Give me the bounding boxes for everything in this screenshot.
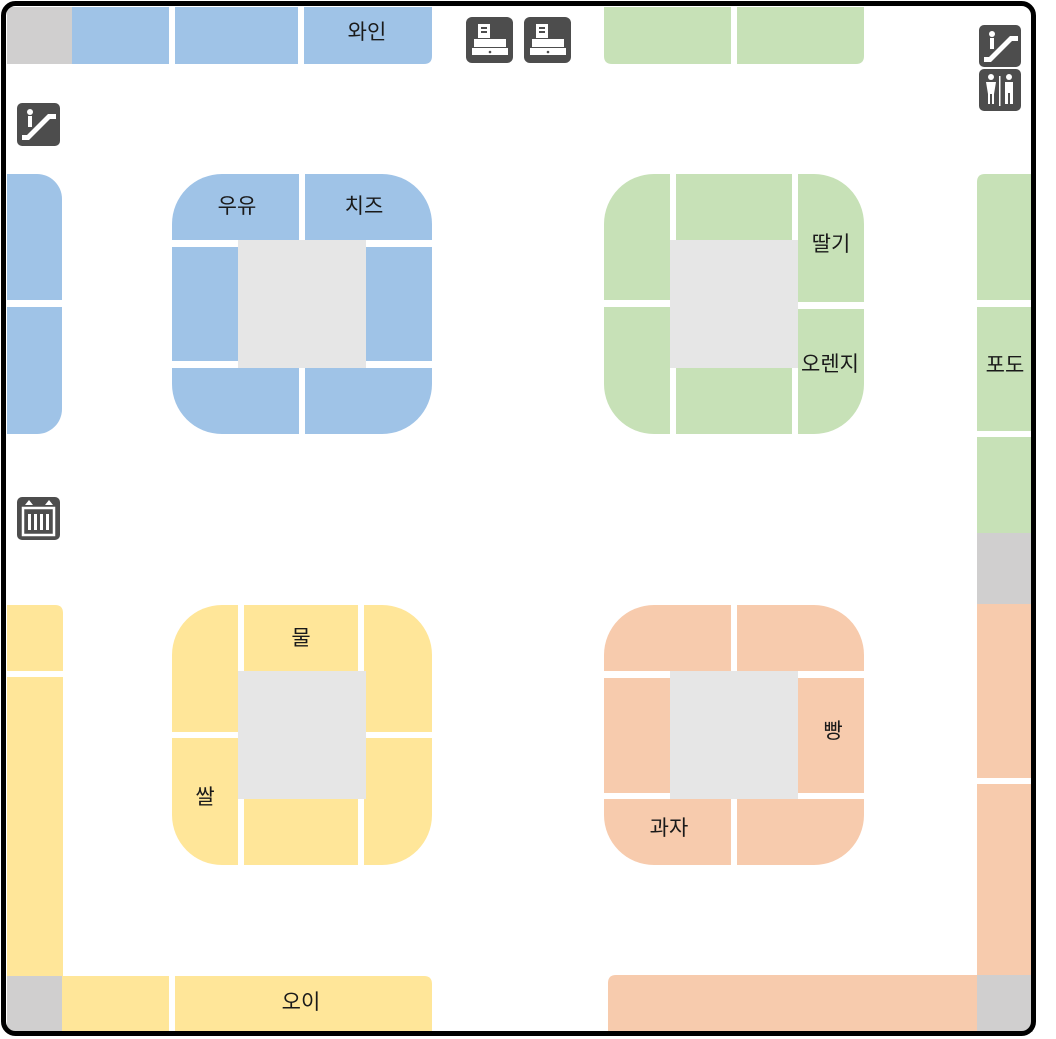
shelf-blue-top-1[interactable] — [72, 7, 169, 64]
shelf-yellow-island-bottom[interactable] — [244, 799, 358, 865]
shelf-orange-fruit-label: 오렌지 — [801, 352, 859, 376]
wall-gray-right — [977, 533, 1033, 604]
restroom-icon[interactable] — [979, 69, 1021, 111]
shelf-snack-label: 과자 — [650, 816, 689, 840]
cash-register-icon[interactable] — [524, 17, 571, 63]
shelf-yellow-left-1[interactable] — [7, 605, 63, 671]
shelf-orange-bottom[interactable] — [608, 975, 977, 1032]
island-orange: 빵 과자 — [604, 605, 864, 865]
shelf-orange-island-top-2[interactable] — [737, 605, 864, 671]
shelf-blue-island-bottom-2[interactable] — [305, 368, 432, 434]
island-center — [670, 240, 798, 368]
shelf-wine-label: 와인 — [348, 20, 387, 44]
escalator-icon[interactable] — [979, 25, 1021, 67]
shelf-blue-island-right[interactable] — [366, 247, 432, 361]
shelf-cucumber-label: 오이 — [282, 990, 321, 1014]
shelf-green-island-bl[interactable] — [604, 307, 670, 434]
shelf-grape-label: 포도 — [986, 353, 1025, 377]
wall-gray-top-left — [7, 7, 72, 64]
elevator-icon[interactable] — [17, 497, 60, 540]
island-center — [670, 671, 798, 799]
shelf-bread-label: 빵 — [823, 719, 842, 743]
shelf-blue-island-left[interactable] — [172, 247, 238, 361]
shelf-green-island-tl[interactable] — [604, 174, 670, 300]
shelf-green-island-top[interactable] — [676, 174, 792, 240]
escalator-icon[interactable] — [17, 103, 60, 146]
shelf-cheese-label: 치즈 — [345, 194, 384, 218]
shelf-green-top-1[interactable] — [604, 7, 731, 64]
shelf-orange-island-top-1[interactable] — [604, 605, 731, 671]
shelf-water-label: 물 — [291, 626, 310, 650]
shelf-yellow-left-2[interactable] — [7, 677, 63, 976]
shelf-yellow-island-tr[interactable] — [364, 605, 432, 732]
shelf-green-right-3[interactable] — [977, 437, 1033, 533]
store-map-canvas: 와인 오이 포도 우유 치즈 딸기 오렌지 물 쌀 빵 과자 — [1, 1, 1036, 1036]
store-map: 와인 오이 포도 우유 치즈 딸기 오렌지 물 쌀 빵 과자 — [0, 0, 1056, 1039]
shelf-blue-left-1[interactable] — [7, 174, 62, 300]
shelf-orange-island-bottom-2[interactable] — [737, 799, 864, 865]
shelf-blue-left-2[interactable] — [7, 307, 62, 434]
wall-gray-bottom-right — [977, 975, 1033, 1032]
shelf-green-top-2[interactable] — [737, 7, 864, 64]
shelf-orange-right-2[interactable] — [977, 784, 1033, 975]
shelf-rice-label: 쌀 — [195, 785, 214, 809]
shelf-yellow-island-tl[interactable] — [172, 605, 238, 732]
shelf-green-right-1[interactable] — [977, 174, 1033, 300]
shelf-blue-island-bottom-1[interactable] — [172, 368, 299, 434]
shelf-yellow-bottom-1[interactable] — [62, 976, 169, 1032]
wall-gray-bottom-left — [7, 976, 62, 1032]
shelf-milk-label: 우유 — [218, 194, 257, 218]
shelf-orange-island-left[interactable] — [604, 678, 670, 793]
island-center — [238, 671, 366, 799]
island-blue: 우유 치즈 — [172, 174, 432, 434]
island-yellow: 물 쌀 — [172, 605, 432, 865]
island-green: 딸기 오렌지 — [604, 174, 864, 434]
island-center — [238, 240, 366, 368]
cash-register-icon[interactable] — [466, 17, 513, 63]
shelf-orange-right-1[interactable] — [977, 604, 1033, 778]
shelf-yellow-island-br[interactable] — [364, 738, 432, 865]
shelf-strawberry-label: 딸기 — [812, 232, 851, 256]
shelf-blue-top-2[interactable] — [175, 7, 298, 64]
map-frame — [1, 1, 1036, 1036]
shelf-green-island-bottom[interactable] — [676, 368, 792, 434]
